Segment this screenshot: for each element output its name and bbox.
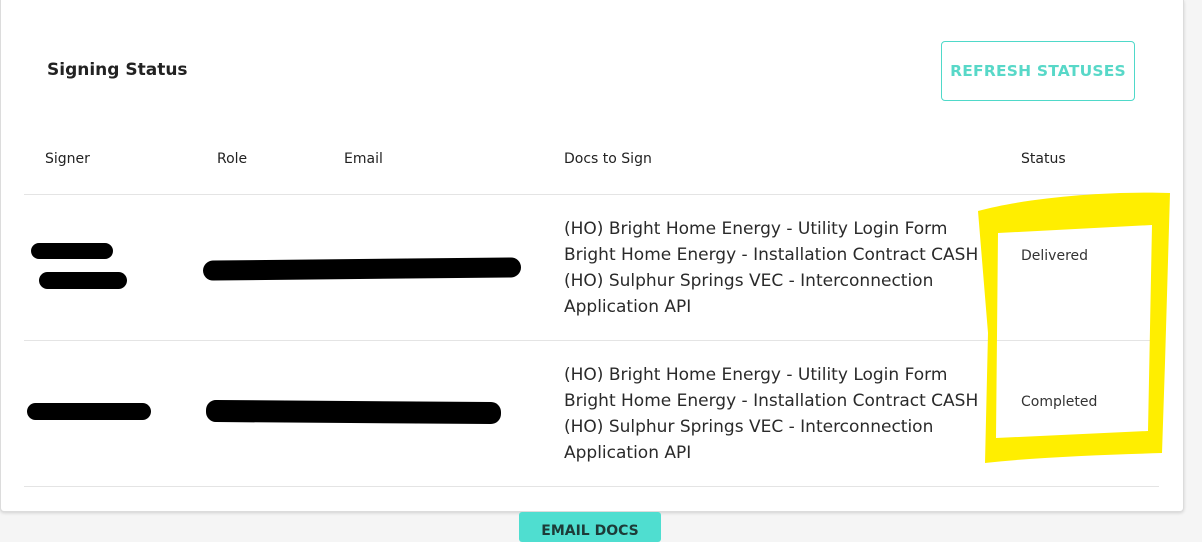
docs-to-sign: (HO) Bright Home Energy - Utility Login …: [564, 216, 978, 320]
doc-item: (HO) Sulphur Springs VEC - Interconnecti…: [564, 271, 934, 291]
header-docs: Docs to Sign: [564, 151, 652, 167]
status-value: Completed: [1021, 394, 1098, 410]
redaction-mark: [202, 257, 522, 281]
doc-item: Bright Home Energy - Installation Contra…: [564, 245, 979, 265]
doc-item: (HO) Sulphur Springs VEC - Interconnecti…: [564, 417, 934, 437]
doc-item: Application API: [564, 443, 692, 463]
header-status: Status: [1021, 151, 1066, 167]
signing-status-card: Signing Status REFRESH STATUSES Signer R…: [0, 0, 1184, 512]
header-role: Role: [217, 151, 248, 167]
doc-item: Application API: [564, 297, 692, 317]
doc-item: (HO) Bright Home Energy - Utility Login …: [564, 219, 948, 239]
card-title: Signing Status: [47, 60, 188, 80]
table-row: (HO) Bright Home Energy - Utility Login …: [1, 195, 1185, 340]
refresh-statuses-button[interactable]: REFRESH STATUSES: [941, 41, 1135, 101]
redaction-mark: [31, 243, 113, 259]
header-signer: Signer: [45, 151, 90, 167]
status-value: Delivered: [1021, 248, 1089, 264]
doc-item: Bright Home Energy - Installation Contra…: [564, 391, 979, 411]
doc-item: (HO) Bright Home Energy - Utility Login …: [564, 365, 948, 385]
redaction-mark: [205, 399, 502, 425]
redaction-mark: [39, 272, 127, 289]
header-email: Email: [344, 151, 383, 167]
redaction-mark: [27, 403, 151, 420]
table-row: (HO) Bright Home Energy - Utility Login …: [1, 341, 1185, 486]
docs-to-sign: (HO) Bright Home Energy - Utility Login …: [564, 362, 978, 466]
row-divider: [24, 486, 1159, 487]
email-docs-button[interactable]: EMAIL DOCS: [519, 512, 661, 542]
